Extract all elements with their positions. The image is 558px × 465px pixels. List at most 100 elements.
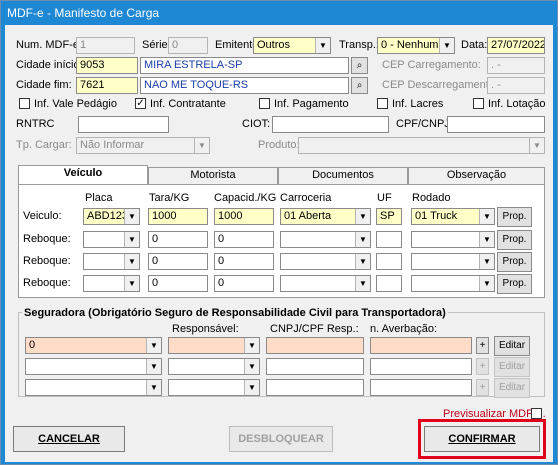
responsavel-header: Responsável:: [172, 323, 239, 335]
averbacao-header: n. Averbação:: [370, 323, 438, 335]
cidade-inicio-code-field[interactable]: 9053: [76, 57, 138, 74]
reboque-carroceria-select[interactable]: ▼: [280, 253, 371, 270]
cep-carregamento-label: CEP Carregamento:: [382, 59, 481, 71]
reboque-uf-field[interactable]: [376, 253, 402, 270]
add-averbacao-button[interactable]: +: [476, 337, 489, 354]
tab-documentos[interactable]: Documentos: [278, 167, 408, 184]
responsavel-select[interactable]: ▼: [168, 337, 260, 354]
confirmar-button[interactable]: CONFIRMAR: [424, 426, 540, 452]
ciot-label: CIOT:: [242, 118, 271, 130]
responsavel-select[interactable]: ▼: [168, 379, 260, 396]
cnpj-resp-field[interactable]: [266, 379, 364, 396]
averbacao-field[interactable]: [370, 358, 472, 375]
averbacao-field[interactable]: [370, 379, 472, 396]
rntrc-field[interactable]: [78, 116, 169, 133]
cidade-inicio-label: Cidade início:: [16, 59, 83, 71]
transp-select[interactable]: 0 - Nenhum ▼: [377, 37, 455, 54]
window: MDF-e - Manifesto de Carga Num. MDF-e: 1…: [0, 0, 558, 465]
cpf-cnpj-field[interactable]: [447, 116, 545, 133]
cpf-cnpj-label: CPF/CNPJ:: [396, 118, 453, 130]
tp-cargar-select: Não Informar ▼: [76, 137, 210, 154]
serie-label: Série:: [142, 39, 171, 51]
editar-button[interactable]: Editar: [494, 336, 530, 356]
num-mdfe-field: 1: [76, 37, 135, 54]
tara-field[interactable]: 1000: [148, 208, 208, 225]
seguradora-select[interactable]: ▼: [25, 358, 162, 375]
reboque-placa-select[interactable]: ▼: [83, 231, 140, 248]
emitente-select[interactable]: Outros ▼: [253, 37, 331, 54]
ciot-field[interactable]: [272, 116, 389, 133]
reboque-tara-field[interactable]: 0: [148, 275, 208, 292]
uf-field[interactable]: SP: [376, 208, 402, 225]
pagamento-checkbox[interactable]: [259, 98, 270, 109]
search-cidade-fim-button[interactable]: ⌕: [351, 77, 368, 94]
reboque-prop-button[interactable]: Prop.: [497, 274, 532, 294]
reboque-placa-select[interactable]: ▼: [83, 275, 140, 292]
search-cidade-inicio-button[interactable]: ⌕: [351, 57, 368, 74]
chevron-down-icon: ▼: [355, 209, 370, 224]
averbacao-field[interactable]: [370, 337, 472, 354]
cidade-inicio-name-field[interactable]: MIRA ESTRELA-SP: [140, 57, 349, 74]
cep-descarregamento-label: CEP Descarregamento:: [382, 79, 498, 91]
cnpj-resp-field[interactable]: [266, 337, 364, 354]
carroceria-select[interactable]: 01 Aberta ▼: [280, 208, 371, 225]
data-field[interactable]: 27/07/2022: [487, 37, 545, 54]
cancelar-button[interactable]: CANCELAR: [13, 426, 125, 452]
contratante-checkbox[interactable]: ✓: [135, 98, 146, 109]
cnpj-resp-field[interactable]: [266, 358, 364, 375]
reboque-row-label: Reboque:: [23, 233, 71, 245]
capacid-field[interactable]: 1000: [214, 208, 274, 225]
chevron-down-icon: ▼: [244, 380, 259, 395]
chevron-down-icon: ▼: [439, 38, 454, 53]
reboque-uf-field[interactable]: [376, 231, 402, 248]
rodado-select[interactable]: 01 Truck ▼: [411, 208, 495, 225]
reboque-prop-button[interactable]: Prop.: [497, 230, 532, 250]
rodado-header: Rodado: [412, 192, 451, 204]
reboque-placa-select[interactable]: ▼: [83, 253, 140, 270]
tab-observacao[interactable]: Observação: [408, 167, 545, 184]
cidade-fim-label: Cidade fim:: [16, 79, 72, 91]
cidade-fim-name-field[interactable]: NAO ME TOQUE-RS: [140, 77, 349, 94]
reboque-prop-button[interactable]: Prop.: [497, 252, 532, 272]
chevron-down-icon: ▼: [479, 232, 494, 247]
reboque-capacid-field[interactable]: 0: [214, 231, 274, 248]
reboque-uf-field[interactable]: [376, 275, 402, 292]
responsavel-select[interactable]: ▼: [168, 358, 260, 375]
vale-pedagio-checkbox[interactable]: [19, 98, 30, 109]
lacres-label: Inf. Lacres: [392, 98, 444, 110]
reboque-carroceria-select[interactable]: ▼: [280, 275, 371, 292]
reboque-capacid-field[interactable]: 0: [214, 253, 274, 270]
form-body: Num. MDF-e: 1 Série: 0 Emitente: Outros ▼…: [5, 25, 553, 462]
lacres-checkbox[interactable]: [377, 98, 388, 109]
title-bar: MDF-e - Manifesto de Carga: [1, 1, 557, 25]
reboque-rodado-select[interactable]: ▼: [411, 275, 495, 292]
search-icon: ⌕: [356, 60, 363, 71]
seguradora-select[interactable]: ▼: [25, 379, 162, 396]
search-icon: ⌕: [356, 80, 363, 91]
tab-veiculo[interactable]: Veículo: [18, 165, 148, 185]
reboque-tara-field[interactable]: 0: [148, 253, 208, 270]
chevron-down-icon: ▼: [244, 338, 259, 353]
reboque-rodado-select[interactable]: ▼: [411, 253, 495, 270]
chevron-down-icon: ▼: [355, 232, 370, 247]
chevron-down-icon: ▼: [479, 209, 494, 224]
editar-button: Editar: [494, 357, 530, 377]
vale-pedagio-label: Inf. Vale Pedágio: [34, 98, 117, 110]
produto-label: Produto:: [258, 139, 300, 151]
prop-button[interactable]: Prop.: [497, 207, 532, 227]
carroceria-header: Carroceria: [280, 192, 332, 204]
reboque-tara-field[interactable]: 0: [148, 231, 208, 248]
placa-select[interactable]: ABD1234 ▼: [83, 208, 140, 225]
pagamento-label: Inf. Pagamento: [274, 98, 349, 110]
reboque-carroceria-select[interactable]: ▼: [280, 231, 371, 248]
reboque-rodado-select[interactable]: ▼: [411, 231, 495, 248]
previsualizar-checkbox[interactable]: [531, 408, 542, 419]
seguradora-select[interactable]: 0 ▼: [25, 337, 162, 354]
tp-cargar-label: Tp. Cargar:: [16, 139, 72, 151]
reboque-capacid-field[interactable]: 0: [214, 275, 274, 292]
uf-header: UF: [377, 192, 392, 204]
tab-motorista[interactable]: Motorista: [148, 167, 278, 184]
chevron-down-icon: ▼: [124, 209, 139, 224]
lotacao-checkbox[interactable]: [473, 98, 484, 109]
cidade-fim-code-field[interactable]: 7621: [76, 77, 138, 94]
